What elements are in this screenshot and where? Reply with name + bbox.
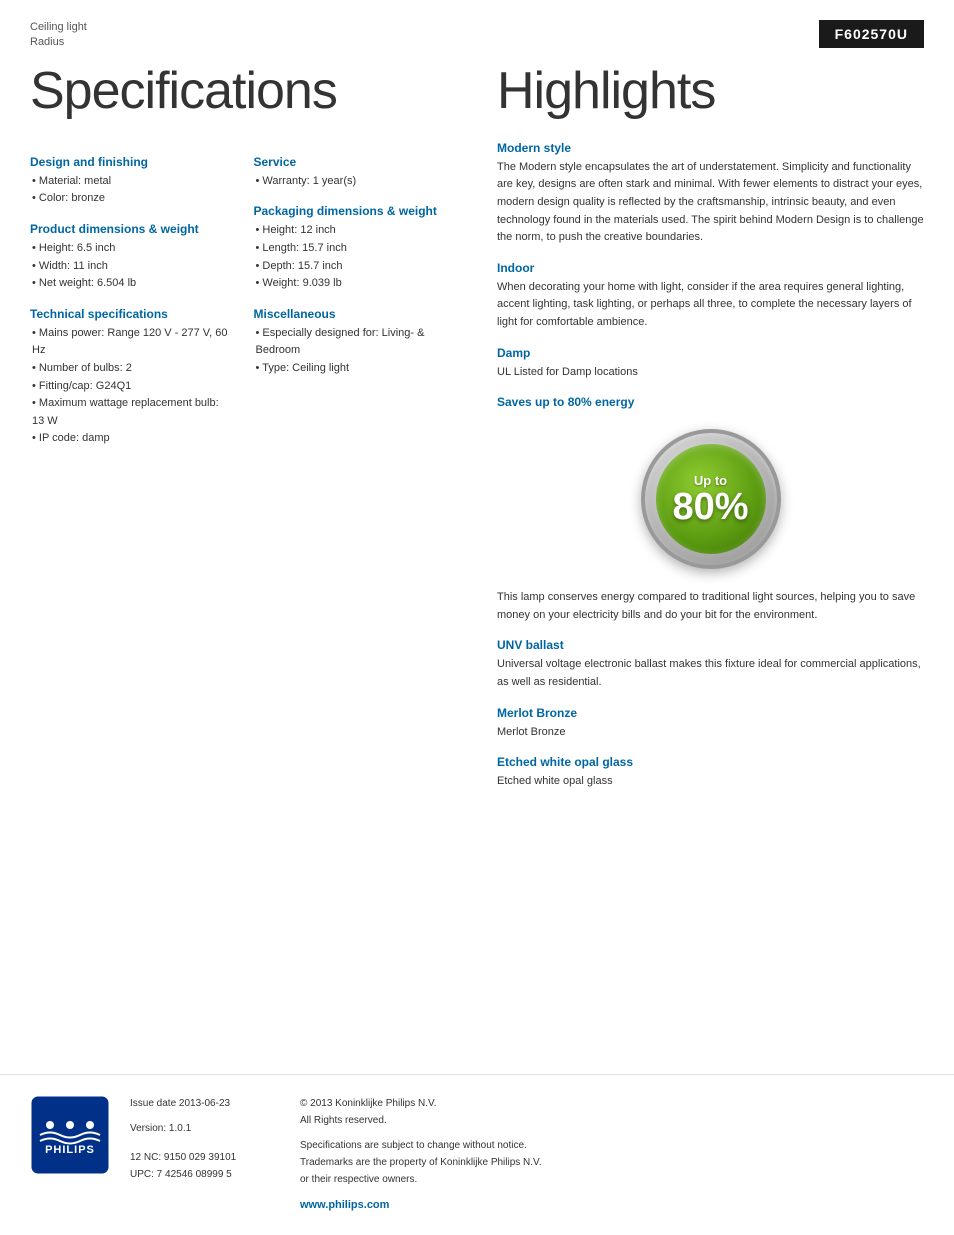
specs-cols: Design and finishing Material: metal Col…: [30, 141, 457, 448]
indoor-text: When decorating your home with light, co…: [497, 279, 924, 332]
etched-glass-heading: Etched white opal glass: [497, 755, 924, 769]
misc-item-2: Type: Ceiling light: [254, 360, 458, 378]
product-name: Radius: [30, 35, 87, 50]
misc-item-1: Especially designed for: Living- & Bedro…: [254, 325, 458, 360]
design-finishing-section: Design and finishing Material: metal Col…: [30, 155, 234, 208]
service-item-1: Warranty: 1 year(s): [254, 173, 458, 191]
main-content: Specifications Design and finishing Mate…: [0, 51, 954, 805]
unv-ballast-section: UNV ballast Universal voltage electronic…: [497, 638, 924, 691]
tech-item-5: IP code: damp: [30, 430, 234, 448]
disclaimer: Specifications are subject to change wit…: [300, 1137, 924, 1188]
merlot-bronze-text: Merlot Bronze: [497, 724, 924, 742]
footer-col: Issue date 2013-06-23 Version: 1.0.1 12 …: [130, 1095, 924, 1215]
page-container: Ceiling light Radius F602570U Specificat…: [0, 0, 954, 1235]
damp-text: UL Listed for Damp locations: [497, 364, 924, 382]
philips-logo: PHILIPS: [30, 1095, 110, 1175]
unv-ballast-text: Universal voltage electronic ballast mak…: [497, 656, 924, 691]
issue-date: Issue date 2013-06-23: [130, 1095, 280, 1112]
energy-percent-label: 80%: [672, 488, 748, 526]
packaging-dimensions-section: Packaging dimensions & weight Height: 12…: [254, 204, 458, 292]
product-category: Ceiling light Radius: [30, 20, 87, 51]
dim-item-3: Net weight: 6.504 lb: [30, 275, 234, 293]
product-code-box: F602570U: [819, 20, 924, 48]
technical-specs-section: Technical specifications Mains power: Ra…: [30, 307, 234, 448]
product-info: Ceiling light Radius: [30, 20, 87, 51]
modern-style-heading: Modern style: [497, 141, 924, 155]
highlights-column: Highlights Modern style The Modern style…: [477, 51, 924, 805]
pkg-item-3: Depth: 15.7 inch: [254, 258, 458, 276]
tech-item-1: Mains power: Range 120 V - 277 V, 60 Hz: [30, 325, 234, 360]
design-item-2: Color: bronze: [30, 190, 234, 208]
tech-item-2: Number of bulbs: 2: [30, 360, 234, 378]
copyright: © 2013 Koninklijke Philips N.V. All Righ…: [300, 1095, 924, 1129]
product-dimensions-section: Product dimensions & weight Height: 6.5 …: [30, 222, 234, 293]
energy-badge-container: Up to 80%: [497, 429, 924, 569]
specs-col-right: Service Warranty: 1 year(s) Packaging di…: [254, 141, 458, 448]
energy-badge: Up to 80%: [641, 429, 781, 569]
design-finishing-heading: Design and finishing: [30, 155, 234, 169]
packaging-dimensions-heading: Packaging dimensions & weight: [254, 204, 458, 218]
pkg-item-2: Length: 15.7 inch: [254, 240, 458, 258]
header-bar: Ceiling light Radius F602570U: [0, 0, 954, 51]
technical-specs-heading: Technical specifications: [30, 307, 234, 321]
indoor-heading: Indoor: [497, 261, 924, 275]
damp-heading: Damp: [497, 346, 924, 360]
specifications-column: Specifications Design and finishing Mate…: [30, 51, 477, 805]
highlights-title: Highlights: [497, 61, 924, 121]
merlot-bronze-heading: Merlot Bronze: [497, 706, 924, 720]
website-link[interactable]: www.philips.com: [300, 1199, 389, 1211]
miscellaneous-heading: Miscellaneous: [254, 307, 458, 321]
merlot-bronze-section: Merlot Bronze Merlot Bronze: [497, 706, 924, 742]
damp-section: Damp UL Listed for Damp locations: [497, 346, 924, 382]
energy-savings-text: This lamp conserves energy compared to t…: [497, 589, 924, 624]
specs-title: Specifications: [30, 61, 457, 121]
modern-style-section: Modern style The Modern style encapsulat…: [497, 141, 924, 247]
etched-glass-text: Etched white opal glass: [497, 773, 924, 791]
modern-style-text: The Modern style encapsulates the art of…: [497, 159, 924, 247]
saves-energy-section: Saves up to 80% energy Up to 80% This la…: [497, 395, 924, 624]
footer-left: Issue date 2013-06-23 Version: 1.0.1 12 …: [130, 1095, 280, 1215]
footer: PHILIPS Issue date 2013-06-23 Version: 1…: [0, 1074, 954, 1235]
miscellaneous-section: Miscellaneous Especially designed for: L…: [254, 307, 458, 378]
unv-ballast-heading: UNV ballast: [497, 638, 924, 652]
etched-glass-section: Etched white opal glass Etched white opa…: [497, 755, 924, 791]
pkg-item-4: Weight: 9.039 lb: [254, 275, 458, 293]
footer-right: © 2013 Koninklijke Philips N.V. All Righ…: [300, 1095, 924, 1215]
nc-upc: 12 NC: 9150 029 39101 UPC: 7 42546 08999…: [130, 1149, 280, 1183]
service-heading: Service: [254, 155, 458, 169]
version: Version: 1.0.1: [130, 1120, 280, 1137]
dim-item-1: Height: 6.5 inch: [30, 240, 234, 258]
tech-item-4: Maximum wattage replacement bulb: 13 W: [30, 395, 234, 430]
service-section: Service Warranty: 1 year(s): [254, 155, 458, 191]
product-type: Ceiling light: [30, 20, 87, 35]
product-dimensions-heading: Product dimensions & weight: [30, 222, 234, 236]
dim-item-2: Width: 11 inch: [30, 258, 234, 276]
indoor-section: Indoor When decorating your home with li…: [497, 261, 924, 332]
energy-badge-inner: Up to 80%: [656, 444, 766, 554]
footer-info: Issue date 2013-06-23 Version: 1.0.1 12 …: [130, 1095, 924, 1215]
tech-item-3: Fitting/cap: G24Q1: [30, 378, 234, 396]
svg-text:PHILIPS: PHILIPS: [45, 1144, 95, 1156]
design-item-1: Material: metal: [30, 173, 234, 191]
pkg-item-1: Height: 12 inch: [254, 222, 458, 240]
saves-energy-heading: Saves up to 80% energy: [497, 395, 924, 409]
specs-col-left: Design and finishing Material: metal Col…: [30, 141, 234, 448]
